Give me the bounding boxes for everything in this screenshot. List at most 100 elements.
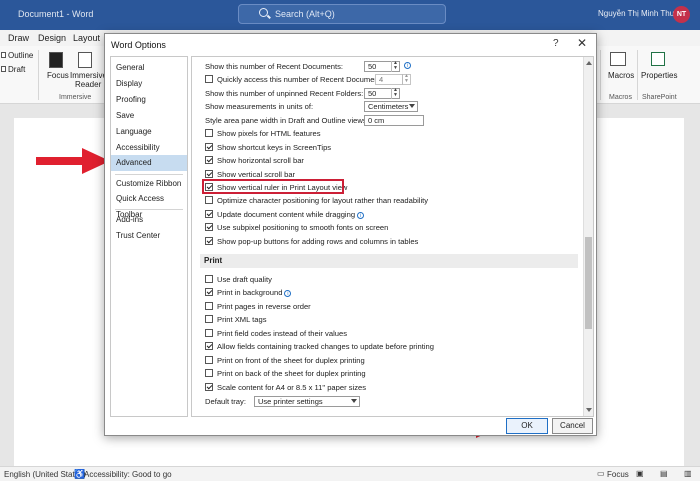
print-xml-tags-checkbox[interactable] — [205, 315, 213, 323]
nav-item-label: Accessibility — [116, 143, 160, 152]
checkbox-row[interactable]: Print XML tags — [205, 313, 267, 326]
checkbox-row[interactable]: Allow fields containing tracked changes … — [205, 340, 434, 353]
scroll-thumb[interactable] — [585, 237, 592, 329]
nav-item-advanced[interactable]: Advanced — [111, 155, 187, 171]
tab-design[interactable]: Design — [38, 33, 66, 43]
field-codes-checkbox[interactable] — [205, 329, 213, 337]
checkbox-row[interactable]: Optimize character positioning for layou… — [205, 194, 428, 207]
checkbox-row[interactable]: Update document content while dragging i — [205, 208, 365, 221]
nav-item-label: Customize Ribbon — [116, 179, 182, 188]
checkbox-row[interactable]: Print pages in reverse order — [205, 300, 311, 313]
ribbon-divider — [600, 50, 601, 100]
outline-button[interactable]: Outline — [8, 51, 33, 60]
nav-divider — [115, 209, 183, 210]
focus-status[interactable]: Focus — [607, 470, 629, 479]
nav-item-label: Display — [116, 79, 143, 88]
subpixel-positioning-checkbox[interactable] — [205, 223, 213, 231]
nav-item-display[interactable]: Display — [111, 76, 187, 92]
nav-item-add-ins[interactable]: Add-ins — [111, 212, 187, 228]
quick-access-row: Quickly access this number of Recent Doc… — [205, 73, 387, 86]
checkbox-row[interactable]: Print on back of the sheet for duplex pr… — [205, 367, 366, 380]
nav-item-general[interactable]: General — [111, 60, 187, 76]
focus-button[interactable]: Focus — [47, 71, 69, 80]
checkbox-row[interactable]: Print field codes instead of their value… — [205, 327, 347, 340]
cancel-button[interactable]: Cancel — [552, 418, 593, 434]
unpinned-folders-label: Show this number of unpinned Recent Fold… — [205, 89, 364, 98]
checkbox-row[interactable]: Use subpixel positioning to smooth fonts… — [205, 221, 388, 234]
tracked-changes-update-checkbox[interactable] — [205, 342, 213, 350]
scroll-down-icon[interactable] — [586, 408, 592, 412]
checkbox-row[interactable]: Show pixels for HTML features — [205, 127, 321, 140]
search-icon — [259, 8, 268, 17]
reverse-order-checkbox[interactable] — [205, 302, 213, 310]
dialog-title: Word Options — [111, 40, 166, 50]
properties-button[interactable]: Properties — [641, 71, 677, 80]
recent-docs-spinner[interactable]: ▲ ▼ — [391, 61, 399, 72]
nav-item-proofing[interactable]: Proofing — [111, 92, 187, 108]
close-icon[interactable]: ✕ — [577, 36, 587, 50]
unpinned-folders-spinner[interactable]: ▲ ▼ — [391, 88, 399, 99]
nav-item-trust-center[interactable]: Trust Center — [111, 228, 187, 244]
nav-item-label: Trust Center — [116, 231, 161, 240]
checkbox-row[interactable]: Scale content for A4 or 8.5 x 11" paper … — [205, 381, 366, 394]
options-scrollbar[interactable] — [583, 57, 593, 416]
nav-item-label: Add-ins — [116, 215, 144, 224]
draft-button[interactable]: Draft — [8, 65, 25, 74]
quick-access-checkbox[interactable] — [205, 75, 213, 83]
print-background-checkbox[interactable] — [205, 288, 213, 296]
checkbox-label: Allow fields containing tracked changes … — [217, 342, 434, 351]
style-area-label: Style area pane width in Draft and Outli… — [205, 116, 369, 125]
checkbox-row[interactable]: Show horizontal scroll bar — [205, 154, 304, 167]
nav-item-save[interactable]: Save — [111, 108, 187, 124]
macros-button[interactable]: Macros — [608, 71, 634, 80]
info-icon: i — [404, 62, 411, 69]
show-pixels-checkbox[interactable] — [205, 129, 213, 137]
checkbox-label: Update document content while dragging — [217, 210, 356, 219]
accessibility-status[interactable]: Accessibility: Good to go — [84, 470, 172, 479]
duplex-front-checkbox[interactable] — [205, 356, 213, 364]
immersive-reader-button[interactable]: Immersive — [70, 71, 107, 80]
units-select[interactable]: Centimeters — [364, 101, 418, 112]
nav-item-quick-access-toolbar[interactable]: Quick Access Toolbar — [111, 191, 187, 219]
show-shortcut-keys-checkbox[interactable] — [205, 143, 213, 151]
web-layout-icon[interactable]: ▥ — [684, 469, 692, 478]
checkbox-row[interactable]: Print on front of the sheet for duplex p… — [205, 354, 365, 367]
show-horizontal-scroll-checkbox[interactable] — [205, 156, 213, 164]
checkbox-row[interactable]: Print in background i — [205, 286, 292, 299]
tab-layout[interactable]: Layout — [73, 33, 100, 43]
outline-icon — [1, 52, 6, 58]
help-icon[interactable]: ? — [553, 38, 559, 49]
default-tray-select[interactable]: Use printer settings — [254, 396, 360, 407]
nav-item-language[interactable]: Language — [111, 124, 187, 140]
nav-item-label: General — [116, 63, 145, 72]
show-popup-buttons-checkbox[interactable] — [205, 237, 213, 245]
macros-icon — [610, 52, 626, 66]
focus-icon — [49, 52, 63, 68]
scroll-up-icon[interactable] — [586, 61, 592, 65]
search-box[interactable]: Search (Alt+Q) — [238, 4, 446, 24]
tab-draw[interactable]: Draw — [8, 33, 29, 43]
quick-access-spinner[interactable]: ▲ ▼ — [402, 74, 410, 85]
document-title: Document1 - Word — [18, 9, 94, 19]
ok-button[interactable]: OK — [506, 418, 548, 434]
duplex-back-checkbox[interactable] — [205, 369, 213, 377]
read-mode-icon[interactable]: ▣ — [636, 469, 644, 478]
nav-item-label: Proofing — [116, 95, 146, 104]
update-content-dragging-checkbox[interactable] — [205, 210, 213, 218]
recent-docs-label: Show this number of Recent Documents: — [205, 62, 344, 71]
checkbox-row[interactable]: Show pop-up buttons for adding rows and … — [205, 235, 418, 248]
checkbox-row[interactable]: Show shortcut keys in ScreenTips — [205, 141, 331, 154]
checkbox-label: Print on back of the sheet for duplex pr… — [217, 369, 366, 378]
optimize-character-positioning-checkbox[interactable] — [205, 196, 213, 204]
checkbox-label: Optimize character positioning for layou… — [217, 196, 429, 205]
draft-quality-checkbox[interactable] — [205, 275, 213, 283]
focus-mode-icon: ▭ — [597, 469, 605, 478]
style-area-field[interactable]: 0 cm — [364, 115, 424, 126]
avatar[interactable]: NT — [673, 6, 690, 23]
show-vertical-scroll-checkbox[interactable] — [205, 170, 213, 178]
checkbox-row[interactable]: Use draft quality — [205, 273, 272, 286]
nav-item-accessibility[interactable]: Accessibility — [111, 140, 187, 156]
nav-item-customize-ribbon[interactable]: Customize Ribbon — [111, 176, 187, 192]
scale-content-checkbox[interactable] — [205, 383, 213, 391]
print-layout-icon[interactable]: ▤ — [660, 469, 668, 478]
